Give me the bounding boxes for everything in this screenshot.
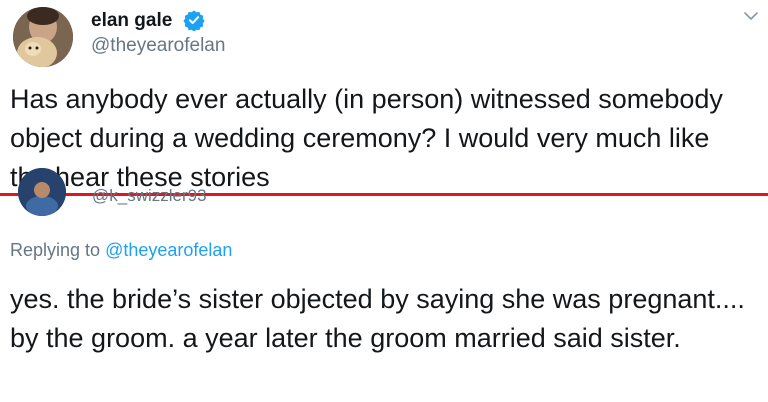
chevron-down-icon[interactable] [743, 8, 759, 24]
verified-badge-icon [183, 10, 205, 31]
user-handle[interactable]: @theyearofelan [91, 35, 225, 57]
replying-to: Replying to @theyearofelan [10, 240, 232, 261]
tweet-text: Has anybody ever actually (in person) wi… [10, 84, 723, 192]
reply-avatar-image [18, 168, 66, 216]
reply-avatar[interactable] [18, 168, 66, 216]
avatar-image [13, 7, 73, 67]
avatar[interactable] [13, 7, 73, 67]
reply-tweet: @k_swizzler93 Replying to @theyearofelan… [0, 168, 768, 402]
reply-user-handle[interactable]: @k_swizzler93 [92, 186, 207, 206]
replying-to-prefix: Replying to [10, 240, 106, 260]
replying-to-link[interactable]: @theyearofelan [105, 240, 232, 260]
display-name[interactable]: elan gale [91, 10, 172, 32]
original-tweet: elan gale @theyearofelan Has anybody eve… [0, 0, 768, 196]
reply-text: yes. the bride’s sister objected by sayi… [10, 284, 745, 353]
